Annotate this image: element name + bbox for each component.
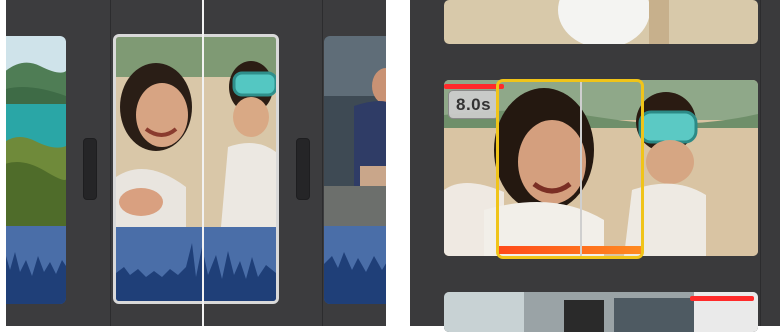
track-divider (322, 0, 323, 326)
clip-above[interactable] (444, 0, 758, 44)
track-divider (110, 0, 111, 326)
audio-waveform (324, 226, 386, 304)
clip-duration-badge: 8.0s (448, 90, 500, 119)
transition-icon[interactable] (83, 138, 97, 200)
skimmer-line[interactable] (580, 82, 582, 256)
marker-red (690, 296, 754, 301)
marker-red (444, 84, 504, 89)
transition-icon[interactable] (296, 138, 310, 200)
clip-thumbnail (324, 36, 386, 226)
timeline-clip-coast[interactable] (6, 36, 66, 304)
speed-bar (499, 246, 641, 254)
timeline-panel (6, 0, 386, 326)
timeline-clip-man[interactable] (324, 36, 386, 304)
clip-selection-box[interactable] (496, 79, 644, 259)
clip-thumbnail (6, 36, 66, 226)
audio-waveform (6, 226, 66, 304)
track-divider (760, 0, 761, 326)
clip-thumbnail (116, 37, 276, 227)
audio-waveform (116, 227, 276, 301)
timeline-clip-beach[interactable] (113, 34, 279, 304)
playhead[interactable] (202, 0, 204, 326)
